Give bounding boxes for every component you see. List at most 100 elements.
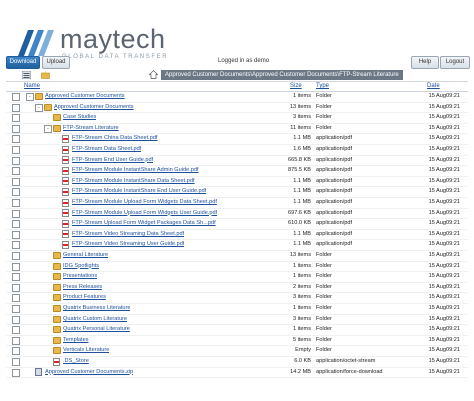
pdf-file-icon <box>62 240 69 249</box>
item-size: 1.1 MB <box>293 199 311 205</box>
row-checkbox[interactable] <box>12 368 20 377</box>
item-size: 2 items <box>292 283 311 290</box>
item-name-link[interactable]: FTP-Stream Upload Form Widget Packages D… <box>72 218 216 229</box>
file-row[interactable]: Approved Customer Documents.zip 14.2 MB ap… <box>6 367 468 379</box>
item-size: 3 items <box>292 114 311 121</box>
row-checkbox[interactable] <box>12 124 20 133</box>
row-checkbox[interactable] <box>12 230 20 239</box>
column-header-name[interactable]: Name <box>24 82 40 91</box>
folder-icon <box>53 305 61 312</box>
item-name-link[interactable]: FTP-Stream Video Streaming Data Sheet.pd… <box>72 229 184 240</box>
item-name-link[interactable]: Presentations <box>63 271 97 282</box>
column-header-date[interactable]: Date <box>427 82 440 91</box>
row-checkbox[interactable] <box>12 347 20 356</box>
pdf-file-icon <box>62 134 69 143</box>
row-checkbox[interactable] <box>12 177 20 186</box>
item-type: Folder <box>316 103 332 110</box>
item-name-link[interactable]: Product Features <box>63 292 106 303</box>
tree-toggle-icon[interactable]: - <box>44 124 52 133</box>
help-button[interactable]: Help <box>411 56 439 69</box>
pdf-file-icon <box>62 145 69 154</box>
row-checkbox[interactable] <box>12 209 20 218</box>
item-size: 13 items <box>289 103 311 110</box>
row-checkbox[interactable] <box>12 114 20 123</box>
folder-icon <box>53 252 61 259</box>
row-checkbox[interactable] <box>12 273 20 282</box>
item-size: 3 items <box>292 315 311 322</box>
item-size: 1.1 MB <box>293 188 311 195</box>
row-checkbox[interactable] <box>12 262 20 271</box>
zip-file-icon <box>35 368 42 377</box>
item-name-link[interactable]: FTP-Stream Data Sheet.pdf <box>72 144 141 155</box>
item-date: 15 Aug09:21 <box>428 273 460 280</box>
item-name-link[interactable]: FTP-Stream China Data Sheet.pdf <box>72 133 158 144</box>
row-checkbox[interactable] <box>12 167 20 176</box>
item-name-link[interactable]: Approved Customer Documents <box>45 91 125 102</box>
item-name-link[interactable]: Templates <box>63 335 89 346</box>
row-checkbox[interactable] <box>12 241 20 250</box>
row-checkbox[interactable] <box>12 199 20 207</box>
row-checkbox[interactable] <box>12 220 20 229</box>
item-date: 15 Aug09:21 <box>428 252 460 258</box>
login-status: Logged in as demo <box>218 58 270 64</box>
item-name-link[interactable]: FTP-Stream Module Upload Form Widgets Us… <box>72 208 217 219</box>
item-date: 15 Aug09:21 <box>428 124 460 131</box>
item-date: 15 Aug09:21 <box>428 315 460 322</box>
row-checkbox[interactable] <box>12 156 20 165</box>
file-manager-page: maytech GLOBAL DATA TRANSFER Download Up… <box>0 0 474 401</box>
tree-toggle-icon[interactable]: - <box>35 103 43 112</box>
row-checkbox[interactable] <box>12 188 20 197</box>
item-size: 697.6 KB <box>287 209 311 216</box>
item-date: 15 Aug09:21 <box>428 177 460 184</box>
item-name-link[interactable]: FTP-Stream Module InstantShare Data Shee… <box>72 176 195 187</box>
item-name-link[interactable]: Quatrix Custom Literature <box>63 314 127 325</box>
item-name-link[interactable]: Case Studies <box>63 112 96 123</box>
row-checkbox[interactable] <box>12 294 20 303</box>
row-checkbox[interactable] <box>12 146 20 154</box>
breadcrumb[interactable]: Approved Customer Documents\Approved Cus… <box>161 70 403 80</box>
row-checkbox[interactable] <box>12 358 20 366</box>
row-checkbox[interactable] <box>12 305 20 313</box>
list-view-icon[interactable] <box>22 71 31 79</box>
row-checkbox[interactable] <box>12 336 20 345</box>
item-name-link[interactable]: FTP-Stream Module Upload Form Widgets Da… <box>72 197 217 208</box>
row-checkbox[interactable] <box>12 103 20 112</box>
item-type: Folder <box>316 114 332 121</box>
item-size: 6.0 KB <box>294 358 311 364</box>
folder-icon <box>53 273 61 281</box>
item-name-link[interactable]: FTP-Stream Literature <box>63 123 119 134</box>
item-type: application/pdf <box>316 220 353 227</box>
item-name-link[interactable]: FTP-Stream Module InstantShare End User … <box>72 186 206 197</box>
item-type: Folder <box>316 315 332 322</box>
tree-toggle-icon[interactable]: - <box>26 93 34 101</box>
item-name-link[interactable]: Press Releases <box>63 282 102 293</box>
row-checkbox[interactable] <box>12 315 20 324</box>
column-header-type[interactable]: Type <box>316 82 329 91</box>
item-name-link[interactable]: Verticals Literature <box>63 345 109 356</box>
item-date: 15 Aug09:21 <box>428 283 460 290</box>
tab-download[interactable]: Download <box>6 56 40 69</box>
item-name-link[interactable]: IDG Spotlights <box>63 261 99 272</box>
row-checkbox[interactable] <box>12 283 20 292</box>
item-name-link[interactable]: Approved Customer Documents <box>54 102 134 113</box>
item-name-link[interactable]: General Literature <box>63 250 108 261</box>
item-name-link[interactable]: FTP-Stream Module InstantShare Admin Gui… <box>72 165 199 176</box>
item-name-link[interactable]: Approved Customer Documents.zip <box>45 367 133 378</box>
item-type: application/pdf <box>316 230 353 237</box>
item-type: Folder <box>316 294 332 301</box>
tab-upload[interactable]: Upload <box>42 56 70 69</box>
item-name-link[interactable]: .DS_Store <box>63 356 89 367</box>
logout-button[interactable]: Logout <box>440 56 470 69</box>
row-checkbox[interactable] <box>12 326 20 335</box>
row-checkbox[interactable] <box>12 135 20 144</box>
item-name-link[interactable]: Quatrix Business Literature <box>63 303 130 314</box>
item-name-link[interactable]: FTP-Stream Video Streaming User Guide.pd… <box>72 239 184 250</box>
row-checkbox[interactable] <box>12 252 20 260</box>
item-name-link[interactable]: FTP-Stream End User Guide.pdf <box>72 155 153 166</box>
new-folder-icon[interactable] <box>41 71 50 79</box>
column-header-size[interactable]: Size <box>290 82 302 91</box>
row-checkbox[interactable] <box>12 93 20 101</box>
item-name-link[interactable]: Quatrix Personal Literature <box>63 324 130 335</box>
home-icon[interactable] <box>149 70 158 79</box>
folder-icon <box>53 283 61 291</box>
